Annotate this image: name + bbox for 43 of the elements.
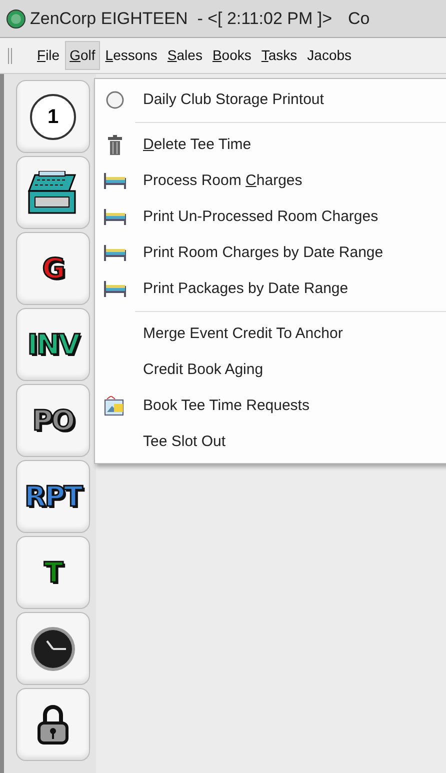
toolbar-button[interactable]: 1 (16, 80, 90, 153)
menu-item[interactable]: Sales (162, 41, 208, 70)
toolbar-button[interactable]: RPT (16, 460, 90, 533)
bed-icon (103, 280, 127, 298)
toolbar-button[interactable] (16, 688, 90, 761)
menu-option[interactable]: Credit Book Aging (143, 358, 264, 382)
window-title-cut: Co (348, 8, 370, 30)
toolbar-letters: T (44, 558, 62, 586)
menu-item[interactable]: File (32, 41, 65, 70)
menu-option[interactable]: Print Un-Processed Room Charges (143, 206, 378, 228)
booking-icon (104, 396, 126, 416)
menu-item[interactable]: Jacobs (302, 41, 357, 70)
menu-option[interactable]: Delete Tee Time (143, 134, 252, 156)
toolbar-letters: PO (32, 406, 74, 434)
menu-option[interactable]: Daily Club Storage Printout (143, 88, 324, 112)
menu-item[interactable]: Books (207, 41, 256, 70)
menu-option[interactable]: Print Packages by Date Range (143, 278, 348, 300)
cash-register-icon (27, 170, 79, 214)
bed-icon (103, 244, 127, 262)
toolbar-letters: G (42, 254, 64, 282)
menu-option[interactable]: Merge Event Credit To Anchor (143, 322, 343, 346)
toolbar-letters: RPT (24, 482, 82, 510)
grip-handle[interactable] (8, 48, 12, 64)
toolbar-button[interactable] (16, 156, 90, 229)
menu-option[interactable]: Print Room Charges by Date Range (143, 242, 384, 264)
trash-icon (107, 135, 123, 155)
menu-option[interactable]: Process Room Charges (143, 170, 302, 192)
menu-option[interactable]: Tee Slot Out (143, 430, 226, 454)
toolbar-button[interactable]: T (16, 536, 90, 609)
menu-option[interactable]: Book Tee Time Requests (143, 394, 310, 418)
toolbar-button[interactable] (16, 612, 90, 685)
menu-item[interactable]: Lessons (100, 41, 162, 70)
clock-icon (29, 624, 77, 672)
toolbar-letters: INV (27, 330, 79, 358)
toolbar-button[interactable]: G (16, 232, 90, 305)
golf-ball-icon (105, 90, 125, 110)
lock-icon (36, 704, 70, 744)
bed-icon (103, 208, 127, 226)
window-title: ZenCorp EIGHTEEN - <[ 2:11:02 PM ]> (30, 8, 332, 30)
menu-item[interactable]: Golf (64, 41, 100, 70)
menu-item[interactable]: Tasks (256, 41, 302, 70)
bed-icon (103, 172, 127, 190)
app-logo-icon (6, 8, 26, 28)
